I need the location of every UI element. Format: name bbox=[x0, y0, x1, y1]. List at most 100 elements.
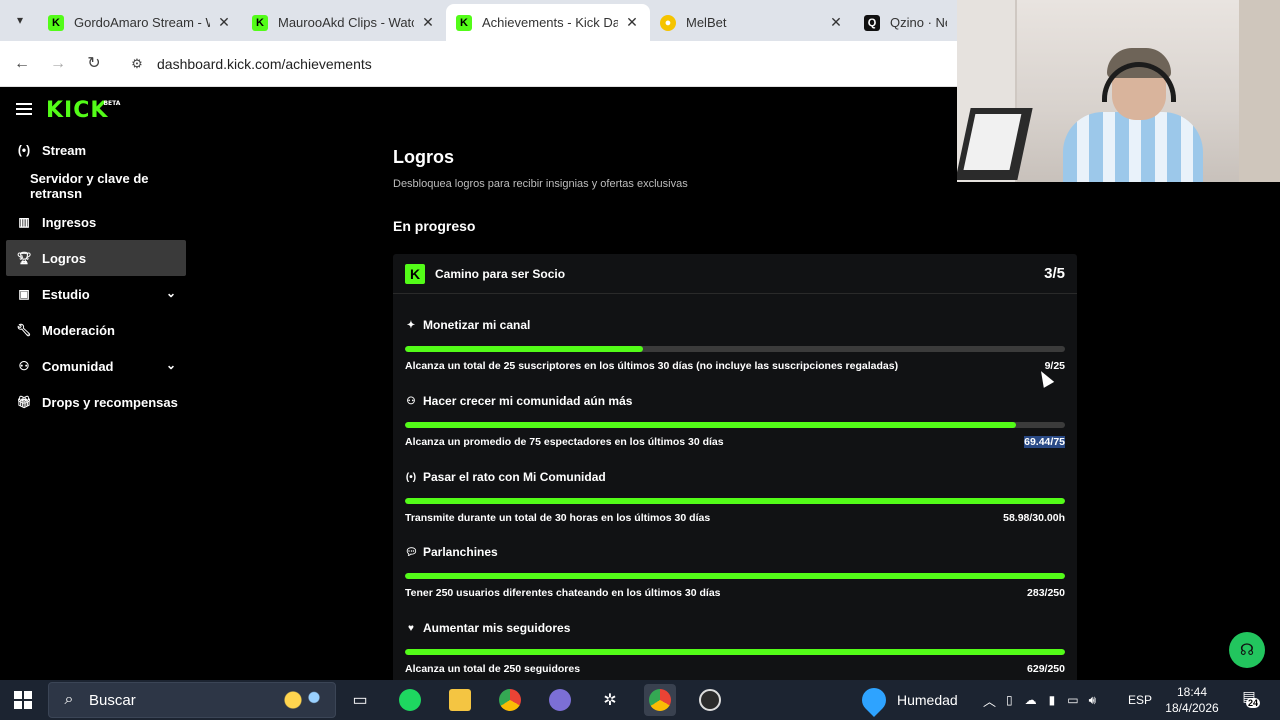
chrome-active-icon[interactable] bbox=[644, 684, 676, 716]
sidebar-item-stream-key[interactable]: Servidor y clave de retransn bbox=[6, 168, 186, 204]
address-bar[interactable]: ⚙ dashboard.kick.com/achievements bbox=[120, 47, 950, 81]
achievement-item: 💬︎ Parlanchines Tener 250 usuarios difere… bbox=[405, 545, 1065, 599]
achievement-item: ⚇ Hacer crecer mi comunidad aún más Alcan… bbox=[405, 394, 1065, 448]
close-icon[interactable]: ✕ bbox=[624, 14, 640, 31]
community-icon: ⚇ bbox=[18, 359, 30, 373]
sidebar-item-ingresos[interactable]: ▥ Ingresos bbox=[6, 204, 186, 240]
sidebar-item-comunidad[interactable]: ⚇ Comunidad ⌄ bbox=[6, 348, 186, 384]
sparkle-icon: ✦ bbox=[406, 319, 416, 331]
volume-icon[interactable]: 🔊︎ bbox=[1089, 693, 1097, 708]
chart-icon: ▥ bbox=[18, 215, 30, 229]
tab-title: GordoAmaro Stream - W bbox=[74, 15, 210, 30]
qzino-icon: Q bbox=[864, 14, 880, 31]
sidebar-item-logros[interactable]: 🏆︎ Logros bbox=[6, 240, 186, 276]
close-icon[interactable]: ✕ bbox=[420, 14, 436, 31]
progress-bar bbox=[405, 422, 1065, 428]
weather-widget[interactable]: Humedad bbox=[897, 680, 958, 720]
trophy-icon: 🏆︎ bbox=[16, 251, 32, 265]
achievement-description: Alcanza un total de 25 suscriptores en l… bbox=[405, 360, 899, 372]
forward-arrow-icon[interactable]: → bbox=[47, 53, 69, 75]
language-text: ESP bbox=[1128, 693, 1153, 707]
tab-title: MaurooAkd Clips - Watc bbox=[278, 15, 414, 30]
progress-fill bbox=[405, 422, 1017, 428]
card-header[interactable]: K Camino para ser Socio 3/5 bbox=[393, 254, 1077, 294]
onedrive-icon[interactable]: ☁ bbox=[1025, 693, 1037, 707]
file-explorer-icon[interactable] bbox=[444, 684, 476, 716]
achievement-description: Transmite durante un total de 30 horas e… bbox=[405, 512, 711, 524]
sidebar-item-estudio[interactable]: ▣ Estudio ⌄ bbox=[6, 276, 186, 312]
sidebar-item-drops[interactable]: 🎁︎ Drops y recompensas bbox=[6, 384, 186, 420]
achievement-value: 58.98/30.00h bbox=[1003, 512, 1065, 524]
chevron-down-icon[interactable]: ⌄ bbox=[166, 286, 176, 300]
clock-date: 18/4/2026 bbox=[1165, 701, 1219, 715]
achievement-item: ♥ Aumentar mis seguidores Alcanza un tota… bbox=[405, 621, 1065, 675]
reload-icon[interactable]: ↻ bbox=[83, 53, 105, 75]
headset-icon: ☊ bbox=[1239, 642, 1255, 659]
browser-tab[interactable]: K MaurooAkd Clips - Watc ✕ bbox=[242, 4, 446, 41]
achievement-name: Hacer crecer mi comunidad aún más bbox=[423, 394, 633, 408]
webcam-monitor bbox=[957, 108, 1033, 180]
heart-icon: ♥ bbox=[408, 622, 414, 634]
chat-icon: 💬︎ bbox=[405, 546, 418, 558]
tray-chevron-up-icon[interactable]: ︿ bbox=[983, 680, 996, 720]
card-title: Camino para ser Socio bbox=[435, 266, 566, 281]
studio-icon: ▣ bbox=[18, 287, 30, 301]
search-placeholder: Buscar bbox=[89, 691, 136, 709]
sidebar-item-stream[interactable]: (•) Stream bbox=[6, 132, 186, 168]
achievement-description: Tener 250 usuarios diferentes chateando … bbox=[405, 587, 721, 599]
humidity-drop-icon bbox=[857, 683, 891, 717]
support-chat-button[interactable]: ☊ bbox=[1229, 632, 1265, 668]
kick-icon: K bbox=[405, 263, 425, 284]
browser-tab[interactable]: K GordoAmaro Stream - W ✕ bbox=[38, 4, 242, 41]
browser-tab[interactable]: Q Qzino · Next- bbox=[854, 4, 957, 41]
discord-icon[interactable] bbox=[544, 684, 576, 716]
browser-tab-active[interactable]: K Achievements - Kick Das ✕ bbox=[446, 4, 650, 41]
achievement-description: Alcanza un total de 250 seguidores bbox=[405, 663, 581, 675]
chatgpt-icon[interactable]: ✲ bbox=[594, 684, 626, 716]
site-settings-icon[interactable]: ⚙ bbox=[120, 56, 154, 72]
tab-title: Qzino · Next- bbox=[890, 15, 947, 30]
spotify-icon[interactable] bbox=[394, 684, 426, 716]
broadcast-icon: (•) bbox=[17, 143, 31, 157]
system-clock[interactable]: 18:44 18/4/2026 bbox=[1160, 684, 1224, 716]
tab-search-menu-icon[interactable]: ▾ bbox=[10, 10, 30, 30]
browser-tab[interactable]: ● MelBet ✕ bbox=[650, 4, 854, 41]
gift-icon: 🎁︎ bbox=[16, 395, 32, 409]
taskbar-search[interactable]: ⌕ Buscar bbox=[48, 682, 336, 718]
close-icon[interactable]: ✕ bbox=[828, 14, 844, 31]
achievement-value: 283/250 bbox=[1027, 587, 1065, 599]
chrome-icon[interactable] bbox=[494, 684, 526, 716]
wrench-icon: 🔧︎ bbox=[16, 323, 32, 337]
kick-icon: K bbox=[252, 14, 268, 31]
usb-icon[interactable]: ▮ bbox=[1049, 693, 1056, 707]
achievement-name: Parlanchines bbox=[423, 545, 498, 559]
language-indicator[interactable]: ESP bbox=[1128, 680, 1152, 720]
kick-icon: K bbox=[48, 14, 64, 31]
notifications-icon[interactable]: ▤ 24 bbox=[1238, 688, 1261, 710]
progress-fill bbox=[405, 346, 643, 352]
back-arrow-icon[interactable]: ← bbox=[11, 53, 33, 75]
logo-text: KICK bbox=[46, 98, 109, 123]
achievement-value: 629/250 bbox=[1027, 663, 1065, 675]
hamburger-menu-icon[interactable] bbox=[16, 103, 32, 115]
sidebar-item-label: Stream bbox=[42, 142, 87, 158]
webcam-overlay bbox=[957, 0, 1280, 182]
kick-icon: K bbox=[456, 14, 472, 31]
windows-start-icon[interactable] bbox=[14, 691, 32, 709]
tray-device-icon[interactable]: ▯ bbox=[1006, 693, 1013, 707]
network-icon[interactable]: ▭ bbox=[1067, 693, 1078, 707]
kick-logo[interactable]: KICK BETA bbox=[46, 98, 120, 123]
obs-icon[interactable] bbox=[694, 684, 726, 716]
card-progress-count: 3/5 bbox=[1044, 265, 1065, 282]
chevron-down-icon[interactable]: ⌄ bbox=[166, 358, 176, 372]
close-icon[interactable]: ✕ bbox=[216, 14, 232, 31]
task-view-icon[interactable]: ▭ bbox=[344, 684, 376, 716]
search-icon: ⌕ bbox=[64, 691, 74, 708]
tab-title: Achievements - Kick Das bbox=[482, 15, 618, 30]
tray-app-icons[interactable]: ▯ ☁ ▮ ▭ 🔊︎ bbox=[1006, 680, 1096, 720]
windows-taskbar: ⌕ Buscar ▭ ✲ Humedad ︿ ▯ ☁ ▮ ▭ 🔊︎ ESP 18… bbox=[0, 680, 1280, 720]
melbet-icon: ● bbox=[660, 14, 676, 31]
broadcast-icon: (•) bbox=[405, 471, 417, 483]
achievement-name: Pasar el rato con Mi Comunidad bbox=[423, 470, 606, 484]
sidebar-item-moderacion[interactable]: 🔧︎ Moderación bbox=[6, 312, 186, 348]
